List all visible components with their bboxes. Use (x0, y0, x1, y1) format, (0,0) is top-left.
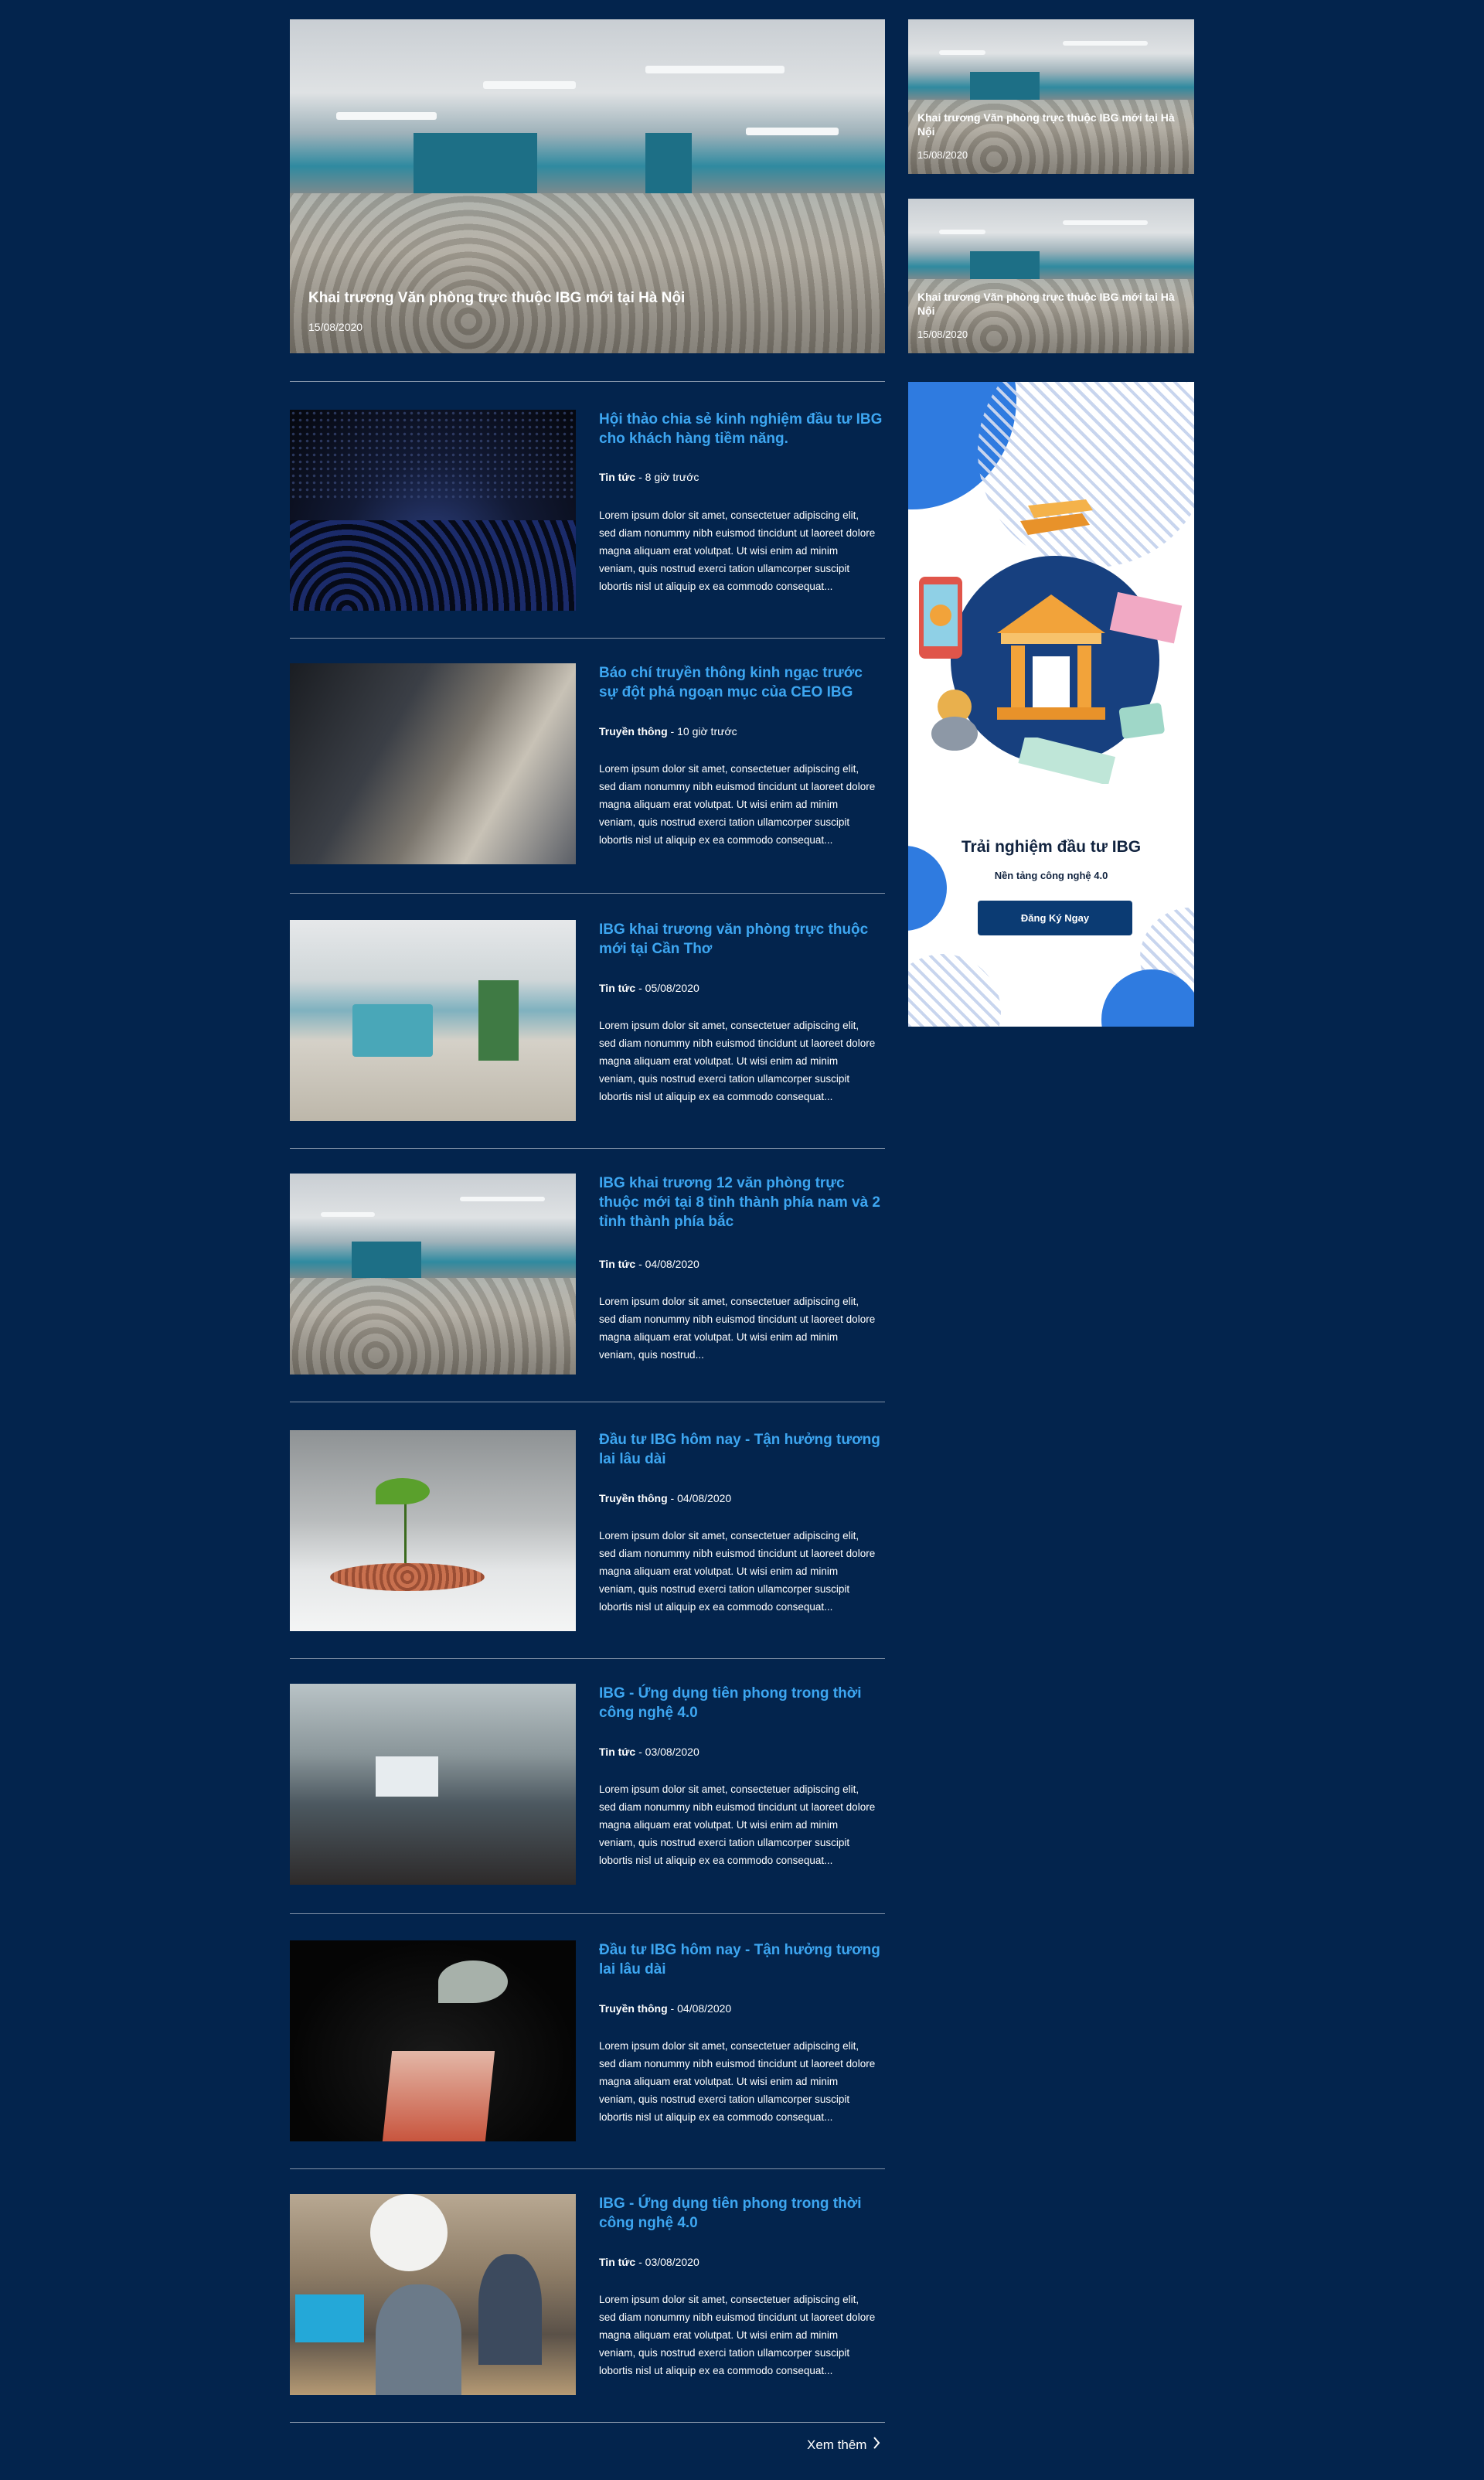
article-category[interactable]: Tin tức (599, 2256, 635, 2268)
article-thumbnail[interactable] (290, 1174, 576, 1375)
article-time: 04/08/2020 (645, 1258, 699, 1270)
article-time: 05/08/2020 (645, 982, 699, 994)
article-thumbnail[interactable] (290, 1430, 576, 1631)
coin-bag-icon (931, 690, 978, 751)
article-excerpt: Lorem ipsum dolor sit amet, consectetuer… (599, 2040, 876, 2123)
article-title[interactable]: IBG - Ứng dụng tiên phong trong thời côn… (599, 1684, 885, 1722)
article-excerpt: Lorem ipsum dolor sit amet, consectetuer… (599, 1783, 876, 1866)
divider (290, 893, 885, 894)
article-time: 10 giờ trước (677, 725, 737, 738)
hero-main-title[interactable]: Khai trương Văn phòng trực thuộc IBG mới… (308, 290, 685, 307)
article-excerpt: Lorem ipsum dolor sit amet, consectetuer… (599, 1530, 876, 1613)
article-title[interactable]: IBG khai trương văn phòng trực thuộc mới… (599, 920, 885, 959)
hero-main-card[interactable]: Khai trương Văn phòng trực thuộc IBG mới… (290, 19, 885, 353)
decor-stripes (908, 954, 1001, 1027)
banknote-icon (1109, 591, 1183, 644)
gold-bars-icon (1020, 499, 1093, 535)
hero-side-card[interactable]: Khai trương Văn phòng trực thuộc IBG mới… (908, 199, 1194, 353)
article-title[interactable]: IBG khai trương 12 văn phòng trực thuộc … (599, 1174, 885, 1231)
article-thumbnail[interactable] (290, 410, 576, 611)
article-meta: Tin tức - 8 giờ trước (599, 471, 699, 483)
article-category[interactable]: Tin tức (599, 982, 635, 994)
article-time: 04/08/2020 (677, 2002, 732, 2015)
divider (290, 1148, 885, 1149)
divider (290, 1658, 885, 1659)
chevron-right-icon (873, 2437, 880, 2453)
article-title[interactable]: IBG - Ứng dụng tiên phong trong thời côn… (599, 2194, 885, 2233)
divider (290, 2422, 885, 2423)
divider (290, 1913, 885, 1914)
article-meta: Tin tức - 03/08/2020 (599, 1746, 699, 1758)
article-category[interactable]: Truyền thông (599, 725, 668, 738)
article-thumbnail[interactable] (290, 1940, 576, 2141)
article-category[interactable]: Tin tức (599, 1258, 635, 1270)
article-meta: Truyền thông - 04/08/2020 (599, 2002, 732, 2015)
see-more-link[interactable]: Xem thêm (807, 2437, 880, 2453)
article-excerpt: Lorem ipsum dolor sit amet, consectetuer… (599, 1296, 876, 1361)
hero-side-title[interactable]: Khai trương Văn phòng trực thuộc IBG mới… (917, 290, 1185, 318)
bank-icon (997, 594, 1105, 720)
money-icon (1018, 738, 1116, 784)
article-thumbnail[interactable] (290, 2194, 576, 2395)
article-category[interactable]: Truyền thông (599, 2002, 668, 2015)
promo-banner[interactable]: Trải nghiệm đầu tư IBG Nền tảng công ngh… (908, 382, 1194, 1027)
article-category[interactable]: Tin tức (599, 471, 635, 483)
article-title[interactable]: Đầu tư IBG hôm nay - Tận hưởng tương lai… (599, 1940, 885, 1979)
hero-main-date: 15/08/2020 (308, 321, 363, 333)
hero-side-title[interactable]: Khai trương Văn phòng trực thuộc IBG mới… (917, 111, 1185, 138)
article-meta: Tin tức - 03/08/2020 (599, 2256, 699, 2268)
article-time: 04/08/2020 (677, 1492, 732, 1504)
article-excerpt: Lorem ipsum dolor sit amet, consectetuer… (599, 2294, 876, 2376)
hero-side-date: 15/08/2020 (917, 149, 968, 161)
see-more-label: Xem thêm (807, 2437, 867, 2452)
article-thumbnail[interactable] (290, 1684, 576, 1885)
article-excerpt: Lorem ipsum dolor sit amet, consectetuer… (599, 509, 876, 592)
article-title[interactable]: Hội thảo chia sẻ kinh nghiệm đầu tư IBG … (599, 410, 885, 448)
divider (290, 638, 885, 639)
article-meta: Truyền thông - 04/08/2020 (599, 1492, 732, 1504)
hero-side-date: 15/08/2020 (917, 329, 968, 340)
article-meta: Tin tức - 05/08/2020 (599, 982, 699, 994)
article-category[interactable]: Truyền thông (599, 1492, 668, 1504)
article-excerpt: Lorem ipsum dolor sit amet, consectetuer… (599, 763, 876, 846)
article-time: 03/08/2020 (645, 2256, 699, 2268)
hero-side-card[interactable]: Khai trương Văn phòng trực thuộc IBG mới… (908, 19, 1194, 174)
article-meta: Tin tức - 04/08/2020 (599, 1258, 699, 1270)
banner-subtitle: Nền tảng công nghệ 4.0 (994, 870, 1108, 881)
card-icon (1118, 703, 1165, 739)
article-thumbnail[interactable] (290, 920, 576, 1121)
register-button[interactable]: Đăng Ký Ngay (978, 901, 1132, 935)
article-time: 03/08/2020 (645, 1746, 699, 1758)
article-excerpt: Lorem ipsum dolor sit amet, consectetuer… (599, 1020, 876, 1102)
divider (290, 381, 885, 382)
decor-blob (908, 846, 947, 931)
article-category[interactable]: Tin tức (599, 1746, 635, 1758)
article-thumbnail[interactable] (290, 663, 576, 864)
divider (290, 2168, 885, 2169)
banner-title: Trải nghiệm đầu tư IBG (961, 838, 1142, 856)
phone-icon (919, 577, 962, 659)
article-title[interactable]: Báo chí truyền thông kinh ngạc trước sự … (599, 663, 885, 702)
article-time: 8 giờ trước (645, 471, 699, 483)
article-title[interactable]: Đầu tư IBG hôm nay - Tận hưởng tương lai… (599, 1430, 885, 1469)
article-meta: Truyền thông - 10 giờ trước (599, 725, 737, 738)
decor-blob (1101, 969, 1194, 1027)
